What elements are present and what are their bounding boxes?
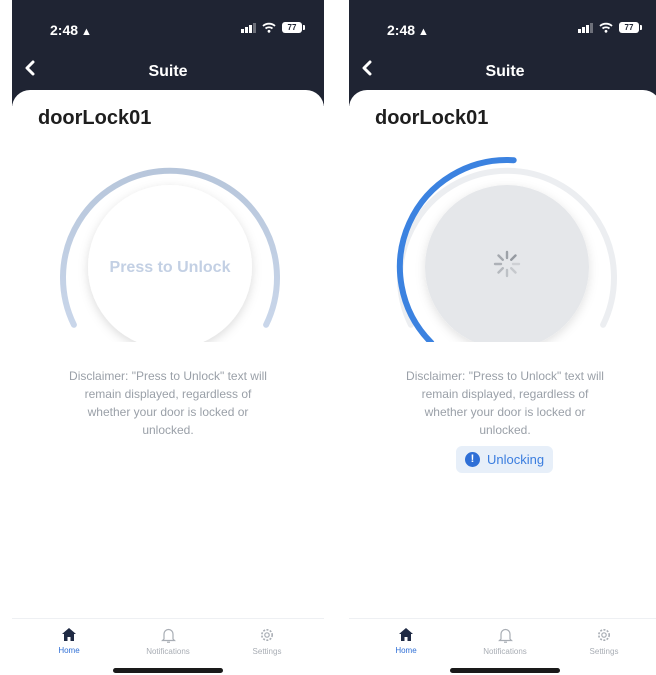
silent-bell-icon: ▲ [418,26,429,38]
tab-bar: Home Notifications Settings [12,618,324,663]
spinner-spoke [497,267,504,274]
status-badge-text: Unlocking [487,452,545,467]
gear-icon [261,629,273,641]
spinner-spoke [510,254,517,261]
disclaimer-text: Disclaimer: "Press to Unlock" text will … [406,369,604,437]
page-title: Suite [148,63,188,80]
tab-settings[interactable]: Settings [232,619,302,663]
device-name: doorLock01 [375,107,489,129]
status-badge: ! Unlocking [456,446,554,473]
status-time: 2:48 ▲ [50,22,92,38]
gear-icon [598,629,610,641]
tab-settings[interactable]: Settings [569,619,639,663]
home-indicator [450,668,560,673]
status-time: 2:48 ▲ [387,22,429,38]
home-indicator [113,668,223,673]
wifi-icon [599,22,613,33]
home-icon [399,628,413,641]
tab-notifications-label: Notifications [483,647,527,656]
device-name: doorLock01 [38,107,152,129]
dial-graphic [60,167,280,349]
content-card: doorLock01 Disclaimer: "Press to Unlock"… [349,90,656,675]
battery-icon: 77 [619,22,642,33]
disclaimer-text: Disclaimer: "Press to Unlock" text will … [69,369,267,437]
info-icon: ! [465,452,480,467]
unlock-button-label: Press to Unlock [109,259,231,276]
lock-dial [392,152,622,349]
tab-home-label: Home [58,646,80,655]
home-icon [62,628,76,641]
spinner-icon [493,250,521,278]
status-icons: 77 [578,22,642,33]
tab-notifications[interactable]: Notifications [133,619,203,663]
tab-notifications-label: Notifications [146,647,190,656]
signal-icon [241,22,256,33]
tab-home-label: Home [395,646,417,655]
bell-icon [497,628,513,643]
spinner-spoke [497,254,504,261]
phone-screen-idle: 2:48 ▲ 77 Suite doorLock01 Press to Unlo… [12,0,324,675]
battery-icon: 77 [282,22,305,33]
tab-settings-label: Settings [252,647,282,656]
silent-bell-icon: ▲ [81,26,92,38]
status-icons: 77 [241,22,305,33]
content-card: doorLock01 Press to Unlock Disclaimer: "… [12,90,324,675]
wifi-icon [262,22,276,33]
tab-notifications[interactable]: Notifications [470,619,540,663]
page-title: Suite [485,63,525,80]
bell-icon [160,628,176,643]
tab-settings-label: Settings [589,647,619,656]
tab-home[interactable]: Home [371,619,441,663]
lock-dial: Press to Unlock [55,152,285,349]
spinner-spoke [510,267,517,274]
tab-bar: Home Notifications Settings [349,618,656,663]
tab-home[interactable]: Home [34,619,104,663]
phone-screen-unlocking: 2:48 ▲ 77 Suite doorLock01 Disclaimer: "… [349,0,656,675]
signal-icon [578,22,593,33]
